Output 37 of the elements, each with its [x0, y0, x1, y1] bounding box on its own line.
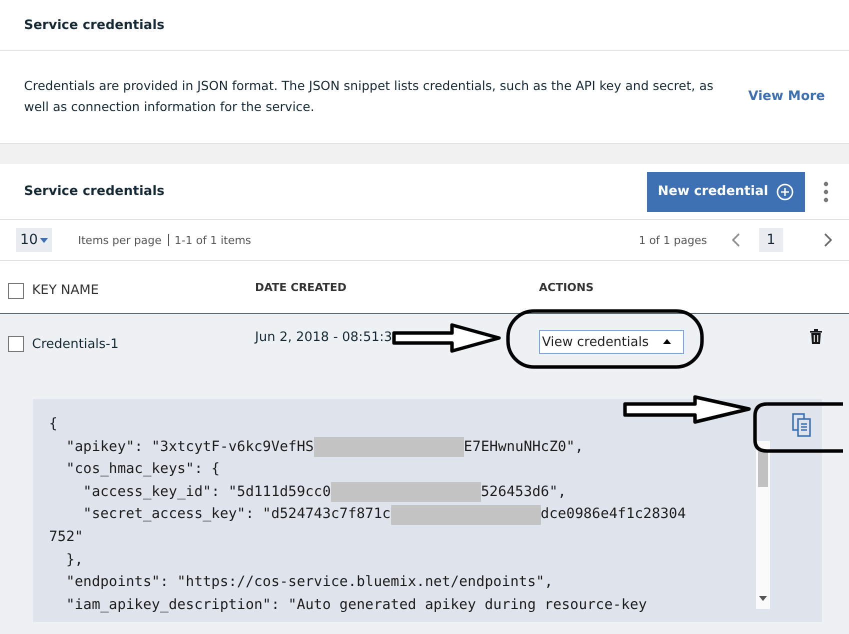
code-line: "iam_apikey_description": "Auto generated apikey during resource-key: [65, 596, 647, 615]
previous-page-icon[interactable]: [731, 233, 741, 247]
code-line: 752": [49, 528, 84, 547]
description-text: Credentials are provided in JSON format. The JSON snippet lists credentials, such as the API key and secret, as well as connection information for the service.: [24, 77, 714, 116]
code-line: },: [65, 550, 84, 570]
code-line: dce0986e4f1c28304: [540, 505, 686, 524]
plus-circle-icon: [776, 182, 794, 200]
code-line: "cos_hmac_keys": {: [65, 460, 220, 480]
overflow-menu-icon[interactable]: [823, 180, 829, 202]
items-per-page-label: Items per page: [78, 234, 162, 246]
code-line: "endpoints": "https://cos-service.bluemix.net/endpoints",: [65, 573, 553, 592]
items-range-text: 1-1 of 1 items: [174, 234, 252, 246]
card-title: Service credentials: [24, 18, 165, 32]
column-header: DATE CREATED: [255, 281, 347, 294]
view-more-link[interactable]: View More: [748, 88, 825, 104]
code-line: 526453d6",: [480, 482, 566, 502]
pages-text: 1 of 1 pages: [638, 234, 707, 246]
code-line: "secret_access_key": "d524743c7f871c: [82, 505, 391, 524]
code-line: E7EHwnuNHcZ0",: [464, 438, 584, 457]
scrollbar[interactable]: [756, 441, 770, 609]
table-cell: Credentials-1: [32, 336, 119, 352]
new-credential-button[interactable]: New credential: [647, 172, 805, 212]
row-checkbox[interactable]: [8, 336, 24, 352]
code-line: "apikey": "3xtcytF-v6kc9VefHS: [65, 438, 314, 457]
code-line: "access_key_id": "5d111d59cc0: [82, 482, 331, 502]
select-all-checkbox[interactable]: [8, 283, 24, 299]
table-cell: Jun 2, 2018 - 08:51:3: [255, 330, 392, 345]
view-credentials-button[interactable]: View credentials: [539, 330, 684, 354]
current-page-button[interactable]: 1: [759, 228, 783, 252]
trash-icon[interactable]: [810, 329, 822, 344]
section-title: Service credentials: [24, 184, 165, 199]
code-line: {: [49, 415, 58, 434]
next-page-icon[interactable]: [823, 233, 833, 247]
page-size-select[interactable]: 10: [16, 228, 52, 252]
column-header: KEY NAME: [32, 283, 99, 298]
copy-icon[interactable]: [792, 413, 812, 437]
column-header: ACTIONS: [539, 281, 594, 294]
